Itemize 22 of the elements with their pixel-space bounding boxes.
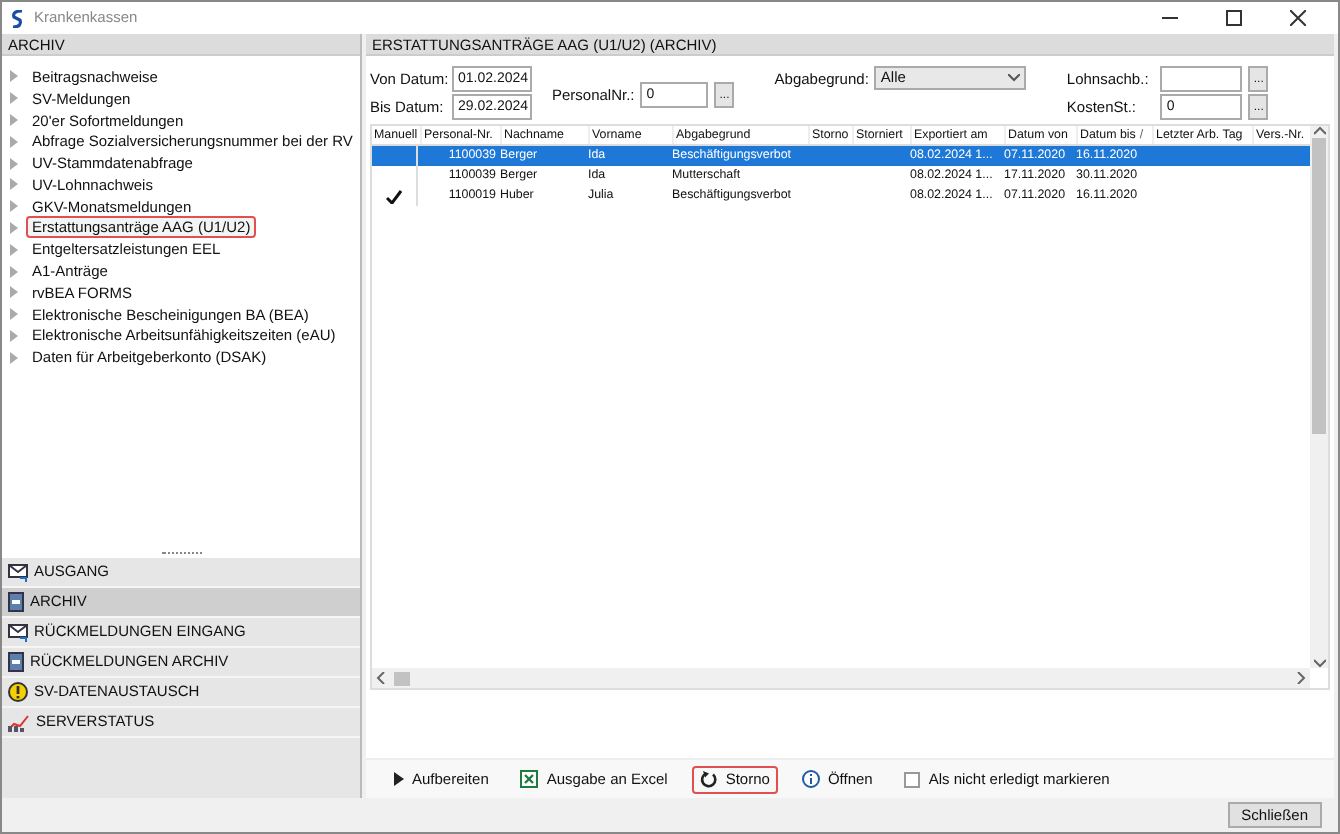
scroll-right-icon[interactable] [1294,672,1306,684]
info-icon [801,770,820,788]
chart-icon [8,713,30,731]
play-icon [394,772,404,786]
scroll-up-icon[interactable] [1313,126,1325,138]
warning-icon [8,682,28,702]
chevron-down-icon [1008,74,1021,82]
scroll-left-icon[interactable] [376,672,388,684]
app-logo-icon [12,9,24,27]
envelope-icon [8,563,28,581]
scroll-down-icon[interactable] [1313,656,1325,668]
text-field[interactable] [1160,66,1243,92]
undo-icon [699,770,718,788]
scrollbar-thumb[interactable] [394,671,410,685]
checkbox[interactable] [904,771,921,787]
scrollbar-thumb[interactable] [1312,138,1326,434]
maximize-icon[interactable] [1226,10,1242,26]
archive-icon [8,592,24,612]
spreadsheet-icon [520,770,539,788]
envelope-icon [8,623,28,641]
archive-icon [8,652,24,672]
close-icon[interactable] [1290,10,1306,26]
